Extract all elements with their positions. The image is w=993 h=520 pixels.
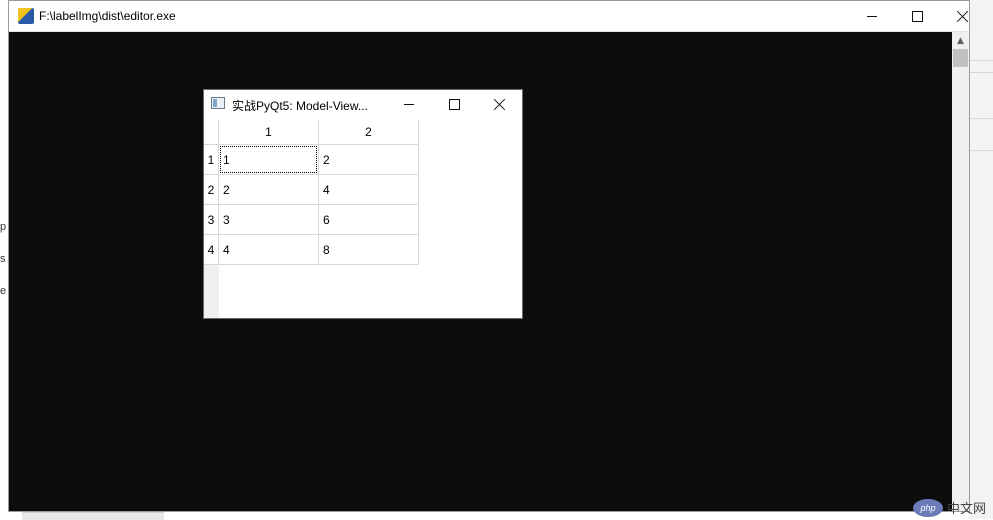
table-cell[interactable]: 2 <box>219 175 319 205</box>
table-cell[interactable]: 4 <box>319 175 419 205</box>
app-icon <box>18 8 34 24</box>
dialog-minimize-button[interactable] <box>386 90 431 118</box>
close-icon <box>957 10 969 22</box>
maximize-button[interactable] <box>894 1 940 31</box>
pyqt-dialog-window[interactable]: 实战PyQt5: Model-View... 1 2 1 2 3 4 1 2 2… <box>203 89 523 319</box>
table-cell[interactable]: 8 <box>319 235 419 265</box>
minimize-icon <box>867 15 877 17</box>
console-title: F:\labelImg\dist\editor.exe <box>39 9 176 23</box>
minimize-icon <box>403 103 414 105</box>
window-icon <box>211 97 225 109</box>
close-button[interactable] <box>940 1 986 31</box>
scroll-up-icon[interactable]: ▲ <box>952 32 969 49</box>
table-cell[interactable]: 1 <box>219 145 319 175</box>
row-header[interactable]: 1 <box>204 145 219 175</box>
row-header[interactable]: 4 <box>204 235 219 265</box>
table-cell[interactable]: 2 <box>319 145 419 175</box>
dialog-titlebar[interactable]: 实战PyQt5: Model-View... <box>204 90 522 120</box>
console-titlebar[interactable]: F:\labelImg\dist\editor.exe <box>9 1 969 32</box>
watermark: php 中文网 <box>913 498 986 517</box>
background-text-fragment: e <box>0 285 7 297</box>
php-logo: php <box>913 498 943 517</box>
minimize-button[interactable] <box>849 1 895 31</box>
row-header[interactable]: 2 <box>204 175 219 205</box>
column-header[interactable]: 2 <box>319 120 419 145</box>
table-corner-button[interactable] <box>204 120 219 145</box>
table-cell[interactable]: 4 <box>219 235 319 265</box>
table-view[interactable]: 1 2 1 2 3 4 1 2 2 4 3 6 4 8 <box>204 120 522 318</box>
maximize-icon <box>449 98 460 110</box>
column-header[interactable]: 1 <box>219 120 319 145</box>
maximize-icon <box>911 10 923 22</box>
background-text-fragment: p <box>0 221 7 233</box>
background-window-edge <box>968 0 993 519</box>
close-icon <box>494 98 506 110</box>
dialog-title: 实战PyQt5: Model-View... <box>232 99 368 113</box>
watermark-text: 中文网 <box>947 502 987 517</box>
table-cell[interactable]: 6 <box>319 205 419 235</box>
vertical-scrollbar[interactable]: ▲ <box>952 32 969 511</box>
dialog-maximize-button[interactable] <box>432 90 477 118</box>
table-cell[interactable]: 3 <box>219 205 319 235</box>
dialog-close-button[interactable] <box>477 90 522 118</box>
background-text-fragment: s <box>0 253 6 265</box>
row-header[interactable]: 3 <box>204 205 219 235</box>
scroll-thumb[interactable] <box>953 49 968 67</box>
